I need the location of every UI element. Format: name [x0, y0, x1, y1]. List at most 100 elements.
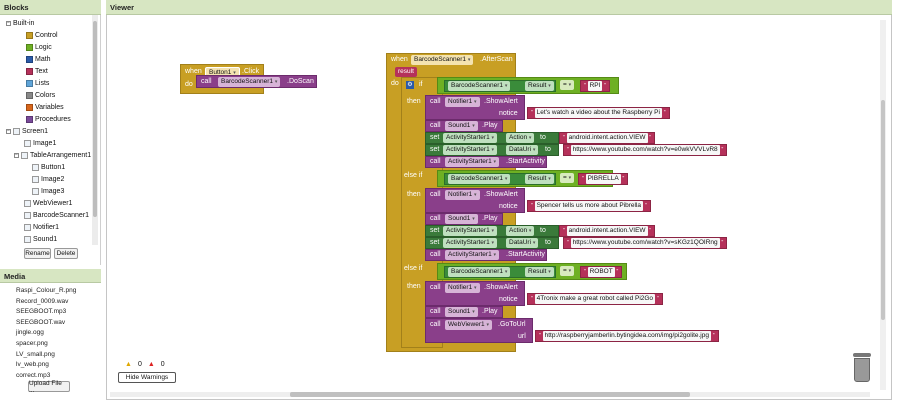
tree-item-logic[interactable]: Logic	[26, 42, 52, 53]
result-parameter[interactable]: result	[395, 67, 417, 77]
result-property-dropdown[interactable]: Result ▾	[525, 174, 554, 184]
tree-scrollbar[interactable]	[92, 15, 98, 245]
activitystarter-dropdown[interactable]: ActivityStarter1 ▾	[443, 238, 498, 248]
tree-item-button1[interactable]: Button1	[32, 162, 65, 173]
gear-icon[interactable]: ⚙	[406, 81, 414, 89]
notifier-dropdown[interactable]: Notifier1 ▾	[445, 283, 480, 293]
notice-text-3[interactable]: " 4Tronix make a great robot called Pi2G…	[527, 293, 663, 305]
workspace-vertical-scrollbar[interactable]	[880, 20, 886, 390]
sound-dropdown[interactable]: Sound1 ▾	[445, 121, 478, 131]
activitystarter-dropdown[interactable]: ActivityStarter1 ▾	[445, 157, 500, 167]
collapse-toggle-icon[interactable]: −	[6, 21, 11, 26]
scanner-result-getter-2[interactable]: BarcodeScanner1 ▾ Result ▾	[444, 173, 556, 185]
tree-item-tablearrangement1[interactable]: − TableArrangement1	[14, 150, 91, 161]
tree-item-variables[interactable]: Variables	[26, 102, 64, 113]
rename-button[interactable]: Rename	[24, 248, 51, 259]
text-robot[interactable]: " ROBOT "	[580, 266, 623, 278]
collapse-toggle-icon[interactable]: −	[14, 153, 19, 158]
tree-item-image3[interactable]: Image3	[32, 186, 64, 197]
tree-item-text[interactable]: Text	[26, 66, 48, 77]
media-item[interactable]: jingle.ogg	[16, 329, 44, 336]
startactivity-block-2[interactable]: call ActivityStarter1 ▾ .StartActivity	[425, 249, 547, 261]
datauri-property-dropdown[interactable]: DataUri ▾	[506, 238, 539, 248]
equals-operator[interactable]: = ▾	[560, 266, 575, 276]
media-item[interactable]: correct.mp3	[16, 372, 50, 379]
set-action-block-2[interactable]: set ActivityStarter1 ▾ Action ▾ to	[425, 225, 559, 237]
tree-item-control[interactable]: Control	[26, 30, 58, 41]
tree-scroll-thumb[interactable]	[93, 21, 97, 217]
trash-can-icon[interactable]	[853, 353, 871, 383]
compare-block-1[interactable]: BarcodeScanner1 ▾ Result ▾ = ▾ " RPI "	[437, 77, 619, 94]
tree-item-procedures[interactable]: Procedures	[26, 114, 71, 125]
url-text[interactable]: " http://raspberryjamberlin.bytingidea.c…	[535, 330, 719, 342]
notice-text-1[interactable]: " Let's watch a video about the Raspberr…	[527, 107, 670, 119]
media-item[interactable]: SEEGBOOT.mp3	[16, 308, 66, 315]
tree-item-screen1[interactable]: − Screen1	[6, 126, 48, 137]
tree-item-image1[interactable]: Image1	[24, 138, 56, 149]
set-action-block-1[interactable]: set ActivityStarter1 ▾ Action ▾ to	[425, 132, 559, 144]
doscan-call-block[interactable]: call BarcodeScanner1 ▾ .DoScan	[196, 75, 317, 88]
result-property-dropdown[interactable]: Result ▾	[525, 81, 554, 91]
media-item[interactable]: Record_0009.wav	[16, 298, 68, 305]
equals-operator[interactable]: = ▾	[560, 173, 575, 183]
tree-item-barcodescanner1[interactable]: BarcodeScanner1	[24, 210, 89, 221]
action-property-dropdown[interactable]: Action ▾	[506, 133, 535, 143]
sound-play-block-3[interactable]: call Sound1 ▾ .Play	[425, 306, 503, 318]
datauri-text-2[interactable]: " https://www.youtube.com/watch?v=sKGz1Q…	[563, 237, 728, 249]
tree-item-image2[interactable]: Image2	[32, 174, 64, 185]
text-rpi[interactable]: " RPI "	[580, 80, 611, 92]
action-text-1[interactable]: " android.intent.action.VIEW "	[559, 132, 656, 144]
showalert-block-1[interactable]: call Notifier1 ▾ .ShowAlert notice	[425, 95, 525, 120]
hide-warnings-button[interactable]: Hide Warnings	[118, 372, 176, 383]
media-item[interactable]: SEEGBOOT.wav	[16, 319, 65, 326]
sound-dropdown[interactable]: Sound1 ▾	[445, 214, 478, 224]
equals-operator[interactable]: = ▾	[560, 80, 575, 90]
activitystarter-dropdown[interactable]: ActivityStarter1 ▾	[443, 145, 498, 155]
media-item[interactable]: lv_web.png	[16, 361, 49, 368]
barcodescanner1-dropdown[interactable]: BarcodeScanner1 ▾	[218, 77, 281, 87]
upload-file-button[interactable]: Upload File ...	[28, 380, 70, 394]
datauri-property-dropdown[interactable]: DataUri ▾	[506, 145, 539, 155]
tree-item-notifier1[interactable]: Notifier1	[24, 222, 59, 233]
tree-item-sound1[interactable]: Sound1	[24, 234, 57, 245]
showalert-block-2[interactable]: call Notifier1 ▾ .ShowAlert notice	[425, 188, 525, 213]
tree-item-webviewer1[interactable]: WebViewer1	[24, 198, 72, 209]
delete-button[interactable]: Delete	[54, 248, 78, 259]
scanner-dropdown[interactable]: BarcodeScanner1 ▾	[448, 81, 511, 91]
tree-item-built-in[interactable]: − Built-in	[6, 18, 34, 29]
media-item[interactable]: spacer.png	[16, 340, 48, 347]
tree-item-lists[interactable]: Lists	[26, 78, 49, 89]
collapse-toggle-icon[interactable]: −	[6, 129, 11, 134]
sound-play-block-1[interactable]: call Sound1 ▾ .Play	[425, 120, 503, 132]
scanner-result-getter-1[interactable]: BarcodeScanner1 ▾ Result ▾	[444, 80, 556, 92]
notifier-dropdown[interactable]: Notifier1 ▾	[445, 190, 480, 200]
tree-item-math[interactable]: Math	[26, 54, 51, 65]
datauri-text-1[interactable]: " https://www.youtube.com/watch?v=e0wkVV…	[563, 144, 728, 156]
text-pibrella[interactable]: " PIBRELLA "	[578, 173, 629, 185]
compare-block-3[interactable]: BarcodeScanner1 ▾ Result ▾ = ▾ " ROBOT "	[437, 263, 627, 280]
gotourl-block[interactable]: call WebViewer1 ▾ .GoToUrl url	[425, 318, 533, 343]
scanner-result-getter-3[interactable]: BarcodeScanner1 ▾ Result ▾	[444, 266, 556, 278]
vertical-scroll-thumb[interactable]	[881, 100, 885, 320]
startactivity-block-1[interactable]: call ActivityStarter1 ▾ .StartActivity	[425, 156, 547, 168]
compare-block-2[interactable]: BarcodeScanner1 ▾ Result ▾ = ▾ " PIBRELL…	[437, 170, 629, 187]
result-property-dropdown[interactable]: Result ▾	[525, 267, 554, 277]
blocks-workspace[interactable]: when Button1 ▾ .Click do call BarcodeSca…	[106, 15, 892, 400]
sound-play-block-2[interactable]: call Sound1 ▾ .Play	[425, 213, 503, 225]
workspace-horizontal-scrollbar[interactable]	[110, 392, 870, 397]
scanner-dropdown[interactable]: BarcodeScanner1 ▾	[448, 267, 511, 277]
media-item[interactable]: LV_small.png	[16, 351, 55, 358]
set-datauri-block-2[interactable]: set ActivityStarter1 ▾ DataUri ▾ to	[425, 237, 559, 249]
notice-text-2[interactable]: " Spencer tells us more about Pibrella "	[527, 200, 651, 212]
showalert-block-3[interactable]: call Notifier1 ▾ .ShowAlert notice	[425, 281, 525, 306]
activitystarter-dropdown[interactable]: ActivityStarter1 ▾	[443, 226, 498, 236]
activitystarter-dropdown[interactable]: ActivityStarter1 ▾	[445, 250, 500, 260]
media-item[interactable]: Raspi_Colour_R.png	[16, 287, 76, 294]
tree-item-colors[interactable]: Colors	[26, 90, 55, 101]
barcodescanner1-dropdown[interactable]: BarcodeScanner1 ▾	[411, 55, 474, 65]
action-text-2[interactable]: " android.intent.action.VIEW "	[559, 225, 656, 237]
horizontal-scroll-thumb[interactable]	[290, 392, 690, 397]
notifier-dropdown[interactable]: Notifier1 ▾	[445, 97, 480, 107]
sound-dropdown[interactable]: Sound1 ▾	[445, 307, 478, 317]
activitystarter-dropdown[interactable]: ActivityStarter1 ▾	[443, 133, 498, 143]
